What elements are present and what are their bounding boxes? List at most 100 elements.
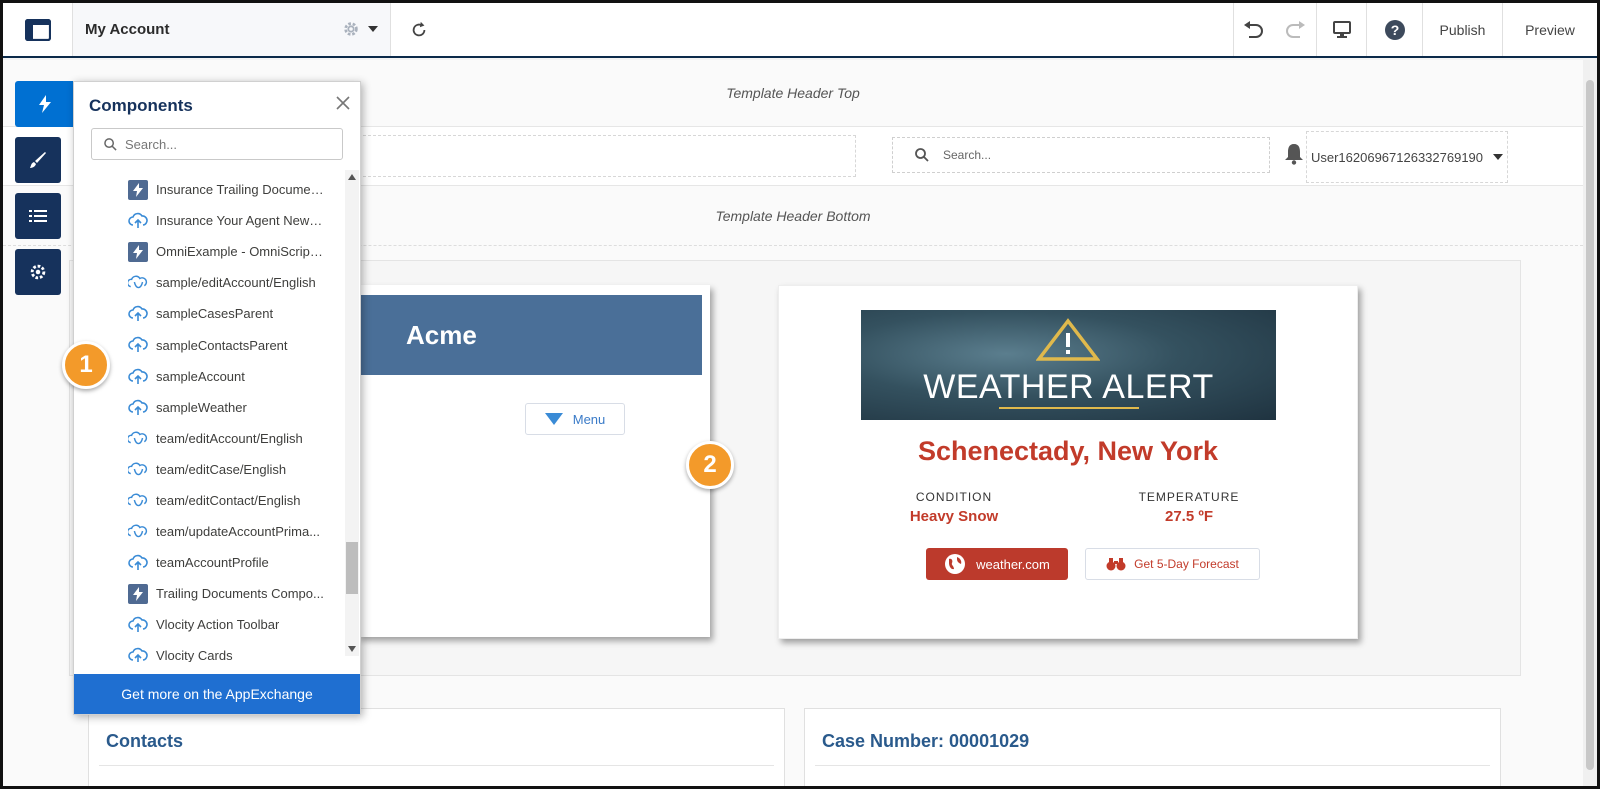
scroll-up-arrow[interactable]: [348, 174, 356, 180]
rail-components-button[interactable]: [15, 81, 75, 127]
globe-icon: [945, 554, 966, 574]
user-profile-menu[interactable]: User16206967126332769190: [1306, 131, 1508, 183]
condition-label: CONDITION: [915, 490, 993, 504]
omni-icon: [128, 460, 148, 480]
undo-icon: [1243, 20, 1263, 38]
appexchange-button[interactable]: Get more on the AppExchange: [74, 674, 360, 714]
cloud-icon: [128, 646, 148, 662]
component-item[interactable]: sampleContactsParent: [74, 329, 344, 360]
rail-theme-button[interactable]: [15, 137, 61, 183]
rail-settings-button[interactable]: [15, 249, 61, 295]
cloud-icon: [128, 553, 148, 573]
component-item[interactable]: team/editContact/English: [74, 485, 344, 516]
component-item[interactable]: OmniExample - OmniScript ...: [74, 236, 344, 267]
weather-card[interactable]: WEATHER ALERT Schenectady, New York COND…: [778, 285, 1358, 639]
case-card[interactable]: Case Number: 00001029: [804, 708, 1501, 786]
account-menu-button[interactable]: Menu: [525, 403, 625, 435]
component-item-label: sample/editAccount/English: [156, 275, 316, 291]
app-frame: My Account ? Publish Preview Template He…: [0, 0, 1600, 789]
component-item[interactable]: sampleWeather: [74, 392, 344, 423]
component-item[interactable]: Vlocity Cards: [74, 640, 344, 662]
component-item[interactable]: team/editCase/English: [74, 454, 344, 485]
component-item-label: teamAccountProfile: [156, 555, 269, 571]
account-name: Acme: [406, 319, 477, 350]
forecast-button[interactable]: Get 5-Day Forecast: [1085, 548, 1260, 580]
binoculars-icon: [1106, 558, 1126, 571]
component-item[interactable]: sampleCasesParent: [74, 298, 344, 329]
help-button[interactable]: ?: [1367, 3, 1423, 56]
components-panel-title: Components: [89, 96, 193, 115]
lightning-icon: [128, 180, 148, 200]
canvas-scrollbar[interactable]: [1583, 60, 1597, 786]
component-item[interactable]: Trailing Documents Compo...: [74, 578, 344, 609]
omni-icon: [128, 429, 148, 449]
component-item-label: team/editContact/English: [156, 492, 301, 508]
component-item-label: Trailing Documents Compo...: [156, 586, 324, 602]
site-search-placeholder: Search...: [943, 148, 992, 162]
chevron-down-icon: [1493, 154, 1504, 160]
rail-page-structure-button[interactable]: [15, 193, 61, 239]
site-search-box[interactable]: Search...: [892, 137, 1270, 173]
publish-button[interactable]: Publish: [1423, 3, 1503, 56]
refresh-button[interactable]: [391, 3, 446, 56]
components-list-scrollbar[interactable]: [345, 170, 359, 656]
cloud-icon: [128, 335, 148, 355]
close-panel-button[interactable]: [336, 96, 350, 115]
gear-icon: [344, 22, 358, 36]
redo-button[interactable]: [1273, 3, 1317, 56]
canvas-scrollbar-thumb[interactable]: [1586, 80, 1594, 770]
component-item[interactable]: Insurance Trailing Documen...: [74, 174, 344, 205]
component-item[interactable]: teamAccountProfile: [74, 547, 344, 578]
components-panel: Components Insurance Trailing Documen...…: [73, 81, 361, 715]
layout-icon: [24, 18, 51, 41]
component-item[interactable]: Insurance Your Agent Newp...: [74, 205, 344, 236]
cloud-icon: [128, 211, 148, 231]
components-search[interactable]: [91, 128, 343, 160]
weather-com-button[interactable]: weather.com: [926, 548, 1068, 580]
omni-icon: [128, 491, 148, 511]
components-search-input[interactable]: [125, 136, 325, 152]
account-card[interactable]: Acme Menu: [358, 285, 710, 637]
page-name: My Account: [85, 21, 170, 38]
component-item[interactable]: team/updateAccountPrima...: [74, 516, 344, 547]
page-selector[interactable]: My Account: [73, 3, 391, 56]
component-item[interactable]: sample/editAccount/English: [74, 267, 344, 298]
device-view-button[interactable]: [1317, 3, 1367, 56]
component-item-label: sampleWeather: [156, 399, 247, 415]
contacts-card[interactable]: Contacts: [88, 708, 785, 786]
header-region-left[interactable]: [358, 135, 856, 177]
omni-icon: [128, 522, 148, 542]
component-item-label: team/editAccount/English: [156, 430, 303, 446]
temperature-label: TEMPERATURE: [1138, 490, 1240, 504]
callout-2: 2: [686, 441, 734, 489]
case-number-title: Case Number: 00001029: [822, 731, 1030, 751]
refresh-icon: [412, 21, 425, 36]
page-settings-dropdown[interactable]: [342, 20, 378, 38]
lightning-icon: [128, 584, 148, 605]
banner-underline: [999, 407, 1139, 409]
notifications-button[interactable]: [1284, 143, 1304, 170]
component-item-label: Vlocity Cards: [156, 648, 233, 662]
scroll-down-arrow[interactable]: [348, 646, 356, 652]
component-item-label: team/editCase/English: [156, 461, 287, 477]
preview-button[interactable]: Preview: [1503, 3, 1597, 56]
triangle-down-icon: [544, 413, 563, 425]
component-item-label: team/updateAccountPrima...: [156, 524, 321, 540]
close-icon: [336, 96, 350, 110]
chevron-down-icon: [368, 26, 378, 32]
component-item[interactable]: team/editAccount/English: [74, 423, 344, 454]
gear-icon: [30, 264, 46, 280]
component-item[interactable]: Vlocity Action Toolbar: [74, 609, 344, 640]
undo-button[interactable]: [1233, 3, 1273, 56]
component-item[interactable]: sampleAccount: [74, 361, 344, 392]
weather-alert-title: WEATHER ALERT: [923, 368, 1214, 406]
callout-1: 1: [62, 341, 110, 389]
components-list-scroll-thumb[interactable]: [346, 542, 358, 594]
page-layout-button[interactable]: [3, 3, 73, 56]
contacts-title: Contacts: [106, 731, 184, 751]
builder-toolbar: My Account ? Publish Preview: [3, 3, 1597, 58]
component-item-label: Vlocity Action Toolbar: [156, 617, 280, 633]
menu-label: Menu: [572, 411, 606, 427]
search-icon: [915, 148, 929, 162]
omni-icon: [128, 273, 148, 293]
